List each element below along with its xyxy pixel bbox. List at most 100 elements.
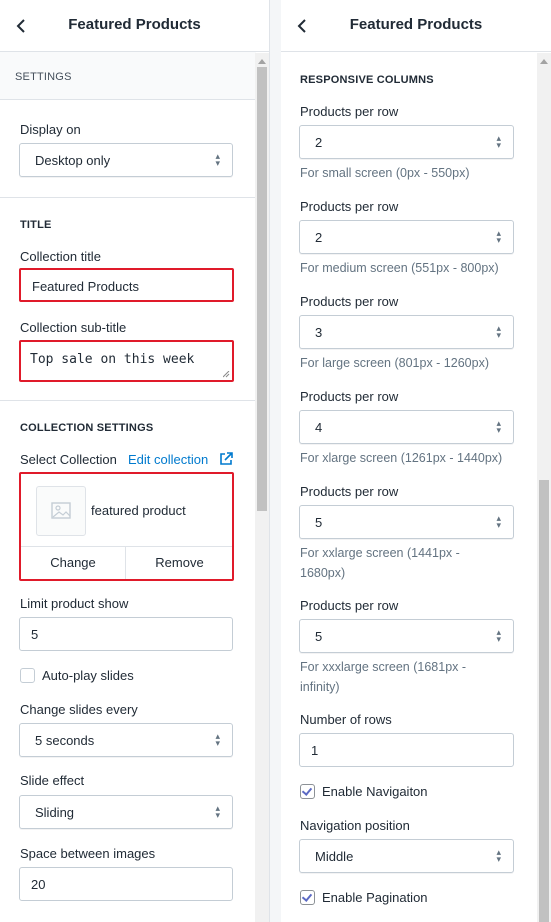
screen-size-help: For large screen (801px - 1260px) xyxy=(300,356,489,370)
products-per-row-select-small[interactable]: 2 ▴ ▾ xyxy=(299,125,514,159)
screen-size-help-line: infinity) xyxy=(300,680,340,694)
checkmark-icon xyxy=(301,785,313,796)
page-title: Featured Products xyxy=(349,16,483,33)
space-between-input[interactable]: 20 xyxy=(19,867,233,901)
screen-size-help: For xxlarge screen (1441px - 1680px) xyxy=(300,543,460,583)
enable-pagination-label: Enable Pagination xyxy=(322,890,428,905)
display-on-label: Display on xyxy=(20,122,81,137)
left-header: Featured Products xyxy=(0,0,269,52)
scroll-up-arrow-icon[interactable] xyxy=(258,59,266,64)
screen-size-help-line: For xxxlarge screen (1681px - xyxy=(300,660,467,674)
select-caret-icon: ▴ ▾ xyxy=(496,323,501,340)
change-slides-value: 5 seconds xyxy=(35,733,95,748)
collection-settings-heading: COLLECTION SETTINGS xyxy=(20,422,154,434)
select-collection-label: Select Collection xyxy=(20,452,117,467)
products-per-row-value: 4 xyxy=(315,420,323,435)
space-between-label: Space between images xyxy=(20,846,156,861)
enable-navigation-label: Enable Navigaiton xyxy=(322,784,428,799)
display-on-value: Desktop only xyxy=(35,153,111,168)
responsive-columns-heading: RESPONSIVE COLUMNS xyxy=(300,74,434,86)
products-per-row-select-medium[interactable]: 2 ▴ ▾ xyxy=(299,220,514,254)
resize-handle-icon[interactable] xyxy=(223,371,230,378)
edit-collection-link[interactable]: Edit collection xyxy=(128,452,208,467)
left-scrollbar-thumb[interactable] xyxy=(257,67,267,511)
select-caret-icon: ▴ ▾ xyxy=(496,513,501,530)
title-heading: TITLE xyxy=(20,219,52,231)
screen-size-help: For small screen (0px - 550px) xyxy=(300,166,470,180)
products-per-row-value: 2 xyxy=(315,230,323,245)
select-caret-icon: ▴ ▾ xyxy=(496,847,501,864)
navigation-position-label: Navigation position xyxy=(300,818,410,833)
products-per-row-select-xxlarge[interactable]: 5 ▴ ▾ xyxy=(299,505,514,539)
collection-thumbnail xyxy=(36,486,86,536)
selected-collection-name: featured product xyxy=(91,503,186,518)
products-per-row-value: 3 xyxy=(315,325,323,340)
products-per-row-label: Products per row xyxy=(300,598,399,613)
change-collection-button[interactable]: Change xyxy=(21,547,126,579)
products-per-row-label: Products per row xyxy=(300,389,399,404)
divider xyxy=(0,197,256,198)
settings-bar: SETTINGS xyxy=(0,52,256,100)
navigation-position-select[interactable]: Middle ▴ ▾ xyxy=(299,839,514,873)
select-caret-icon: ▴ ▾ xyxy=(215,803,220,820)
slide-effect-label: Slide effect xyxy=(20,773,85,788)
scroll-up-arrow-icon[interactable] xyxy=(540,59,548,64)
external-link-icon[interactable] xyxy=(219,452,233,466)
space-between-value: 20 xyxy=(31,877,46,892)
enable-pagination-checkbox[interactable] xyxy=(300,890,315,905)
products-per-row-select-xxxlarge[interactable]: 5 ▴ ▾ xyxy=(299,619,514,653)
products-per-row-label: Products per row xyxy=(300,294,399,309)
products-per-row-value: 5 xyxy=(315,629,323,644)
autoplay-label: Auto-play slides xyxy=(42,668,134,683)
left-scrollbar[interactable] xyxy=(255,53,269,922)
select-caret-icon: ▴ ▾ xyxy=(215,151,220,168)
collection-subtitle-label: Collection sub-title xyxy=(20,320,127,335)
right-scrollbar[interactable] xyxy=(537,53,551,922)
number-of-rows-input[interactable]: 1 xyxy=(299,733,514,767)
right-header: Featured Products xyxy=(281,0,551,52)
select-caret-icon: ▴ ▾ xyxy=(496,418,501,435)
panel-gap xyxy=(270,0,281,922)
enable-navigation-checkbox[interactable] xyxy=(300,784,315,799)
selected-collection-card: featured product Change Remove xyxy=(19,472,234,581)
collection-subtitle-textarea[interactable]: Top sale on this week xyxy=(19,340,234,382)
products-per-row-label: Products per row xyxy=(300,199,399,214)
products-per-row-label: Products per row xyxy=(300,104,399,119)
settings-heading: SETTINGS xyxy=(15,71,72,83)
products-per-row-value: 5 xyxy=(315,515,323,530)
select-caret-icon: ▴ ▾ xyxy=(496,627,501,644)
change-slides-label: Change slides every xyxy=(20,702,138,717)
page-title: Featured Products xyxy=(68,16,201,33)
products-per-row-select-xlarge[interactable]: 4 ▴ ▾ xyxy=(299,410,514,444)
screen-size-help: For xxxlarge screen (1681px - infinity) xyxy=(300,657,466,697)
slide-effect-value: Sliding xyxy=(35,805,75,820)
limit-product-value: 5 xyxy=(31,627,39,642)
image-placeholder-icon xyxy=(51,502,71,519)
slide-effect-select[interactable]: Sliding ▴ ▾ xyxy=(19,795,233,829)
remove-collection-button[interactable]: Remove xyxy=(127,547,232,579)
screen-size-help-line: For xxlarge screen (1441px - xyxy=(300,546,460,560)
change-slides-select[interactable]: 5 seconds ▴ ▾ xyxy=(19,723,233,757)
navigation-position-value: Middle xyxy=(315,849,354,864)
collection-title-input[interactable]: Featured Products xyxy=(19,268,234,302)
collection-title-value: Featured Products xyxy=(32,279,139,294)
left-settings-panel: Featured Products SETTINGS Display on De… xyxy=(0,0,270,922)
products-per-row-select-large[interactable]: 3 ▴ ▾ xyxy=(299,315,514,349)
screen-size-help-line: 1680px) xyxy=(300,566,346,580)
limit-product-label: Limit product show xyxy=(20,596,129,611)
screen-size-help: For xlarge screen (1261px - 1440px) xyxy=(300,451,503,465)
select-caret-icon: ▴ ▾ xyxy=(215,731,220,748)
screen-size-help: For medium screen (551px - 800px) xyxy=(300,261,499,275)
right-scrollbar-thumb[interactable] xyxy=(539,480,549,922)
select-caret-icon: ▴ ▾ xyxy=(496,133,501,150)
right-settings-panel: Featured Products RESPONSIVE COLUMNS Pro… xyxy=(281,0,551,922)
number-of-rows-value: 1 xyxy=(311,743,319,758)
products-per-row-value: 2 xyxy=(315,135,323,150)
display-on-select[interactable]: Desktop only ▴ ▾ xyxy=(19,143,233,177)
collection-title-label: Collection title xyxy=(20,249,101,264)
collection-subtitle-value: Top sale on this week xyxy=(30,352,195,367)
divider xyxy=(0,400,256,401)
autoplay-checkbox[interactable] xyxy=(20,668,35,683)
limit-product-input[interactable]: 5 xyxy=(19,617,233,651)
products-per-row-label: Products per row xyxy=(300,484,399,499)
